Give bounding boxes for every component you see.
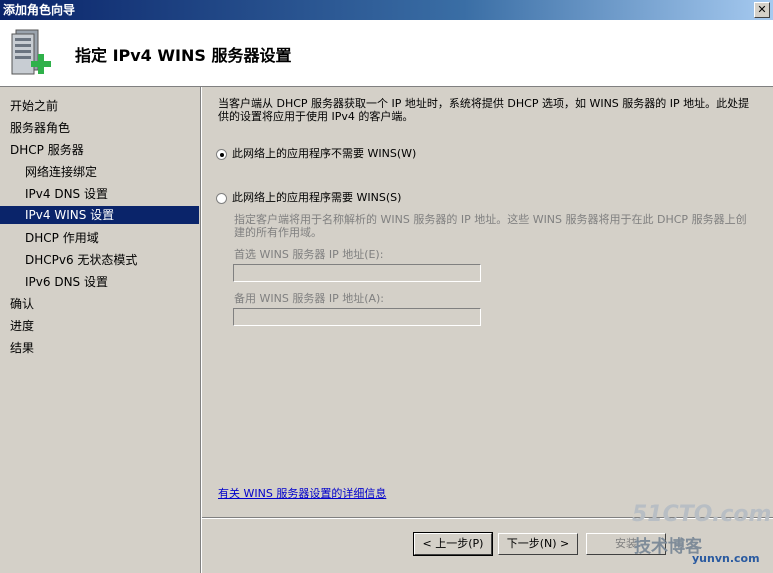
watermark: 51CTO.com 技术博客 yunvn.com (632, 502, 772, 572)
step-ipv4-dns[interactable]: IPv4 DNS 设置 (0, 185, 199, 203)
wins-note: 指定客户端将用于名称解析的 WINS 服务器的 IP 地址。这些 WINS 服务… (234, 213, 747, 239)
step-before-you-begin[interactable]: 开始之前 (0, 97, 199, 115)
server-add-icon (11, 29, 51, 75)
close-icon: ✕ (757, 3, 767, 16)
watermark-line1: 51CTO.com (632, 502, 772, 527)
step-ipv6-dns[interactable]: IPv6 DNS 设置 (0, 273, 199, 291)
watermark-line3: yunvn.com (692, 552, 760, 565)
step-ipv4-wins[interactable]: IPv4 WINS 设置 (0, 206, 199, 224)
radio-checked-icon[interactable] (216, 148, 227, 160)
wizard-content: 当客户端从 DHCP 服务器获取一个 IP 地址时，系统将提供 DHCP 选项，… (202, 87, 773, 517)
back-button[interactable]: < 上一步(P) (413, 532, 493, 556)
page-title: 指定 IPv4 WINS 服务器设置 (75, 46, 292, 65)
step-network-binding[interactable]: 网络连接绑定 (0, 163, 199, 181)
more-info-link[interactable]: 有关 WINS 服务器设置的详细信息 (218, 485, 386, 501)
alternate-wins-input[interactable] (233, 308, 481, 326)
window-title: 添加角色向导 (3, 3, 76, 17)
alternate-wins-label: 备用 WINS 服务器 IP 地址(A): (234, 292, 385, 305)
preferred-wins-input[interactable] (233, 264, 481, 282)
step-server-roles[interactable]: 服务器角色 (0, 119, 199, 137)
next-button[interactable]: 下一步(N) > (498, 533, 578, 555)
radio-wins-required[interactable]: 此网络上的应用程序需要 WINS(S) (216, 190, 401, 206)
step-results[interactable]: 结果 (0, 339, 199, 357)
step-dhcp-scope[interactable]: DHCP 作用域 (0, 229, 199, 247)
radio-wins-not-required[interactable]: 此网络上的应用程序不需要 WINS(W) (216, 146, 416, 162)
radio-unchecked-icon[interactable] (216, 192, 227, 204)
description-text: 当客户端从 DHCP 服务器获取一个 IP 地址时，系统将提供 DHCP 选项，… (218, 97, 750, 123)
title-bar: 添加角色向导 ✕ (0, 0, 773, 20)
preferred-wins-label: 首选 WINS 服务器 IP 地址(E): (234, 248, 384, 261)
step-dhcp-server[interactable]: DHCP 服务器 (0, 141, 199, 159)
step-confirm[interactable]: 确认 (0, 295, 199, 313)
step-progress[interactable]: 进度 (0, 317, 199, 335)
step-dhcpv6-stateless[interactable]: DHCPv6 无状态模式 (0, 251, 199, 269)
close-button[interactable]: ✕ (754, 2, 770, 18)
radio-label: 此网络上的应用程序不需要 WINS(W) (232, 147, 417, 160)
radio-label: 此网络上的应用程序需要 WINS(S) (232, 191, 402, 204)
wizard-steps: 开始之前 服务器角色 DHCP 服务器 网络连接绑定 IPv4 DNS 设置 I… (0, 87, 200, 573)
wizard-header: 指定 IPv4 WINS 服务器设置 (0, 20, 773, 87)
